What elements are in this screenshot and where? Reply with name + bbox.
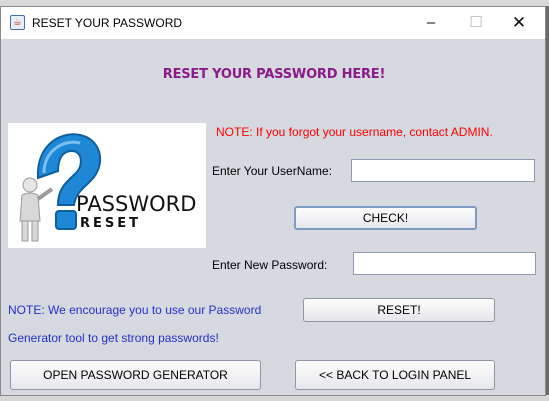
minimize-icon[interactable]: – [409, 10, 453, 36]
username-note: NOTE: If you forgot your username, conta… [216, 125, 493, 139]
title-bar: ☕ RESET YOUR PASSWORD – ☐ ✕ [1, 7, 545, 39]
username-label: Enter Your UserName: [212, 164, 333, 178]
open-password-generator-button[interactable]: OPEN PASSWORD GENERATOR [10, 360, 261, 390]
new-password-input[interactable] [353, 252, 536, 275]
generator-note-line2: Generator tool to get strong passwords! [8, 331, 219, 345]
question-mark-icon: PASSWORD RESET [19, 133, 196, 242]
back-to-login-button[interactable]: << BACK TO LOGIN PANEL [295, 360, 495, 390]
logo-text-reset: RESET [80, 216, 141, 231]
close-icon[interactable]: ✕ [497, 10, 541, 36]
username-input[interactable] [351, 159, 535, 182]
page-heading: RESET YOUR PASSWORD HERE! [162, 67, 386, 82]
check-button[interactable]: CHECK! [294, 206, 477, 230]
reset-button[interactable]: RESET! [303, 298, 495, 322]
content-panel: RESET YOUR PASSWORD HERE! PASSWORD RESET… [1, 39, 545, 395]
logo-text-password: PASSWORD [76, 192, 196, 216]
maximize-icon[interactable]: ☐ [454, 10, 498, 36]
reset-password-window: ☕ RESET YOUR PASSWORD – ☐ ✕ RESET YOUR P… [0, 6, 546, 396]
password-reset-logo: PASSWORD RESET [8, 123, 206, 248]
java-app-icon: ☕ [10, 15, 25, 30]
window-title: RESET YOUR PASSWORD [32, 16, 183, 30]
new-password-label: Enter New Password: [212, 258, 328, 272]
generator-note-line1: NOTE: We encourage you to use our Passwo… [8, 303, 262, 317]
